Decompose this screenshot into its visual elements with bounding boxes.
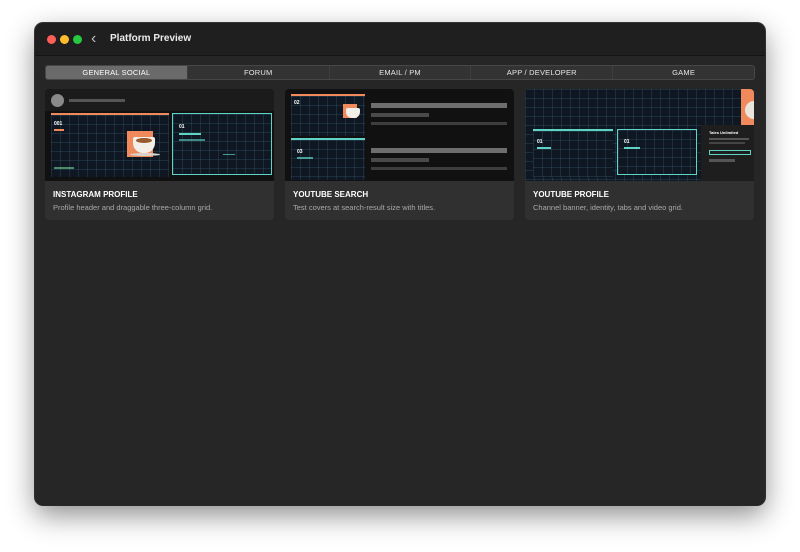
close-window-button[interactable] (47, 35, 56, 44)
result-title-1 (371, 103, 507, 108)
card-title: INSTAGRAM PROFILE (53, 190, 138, 199)
saucer (130, 153, 160, 156)
channel-info-panel: Tales Unlimited (701, 125, 754, 181)
tab-app-developer[interactable]: APP / DEVELOPER (471, 66, 614, 79)
tile-number: 02 (294, 100, 300, 106)
card-description: Channel banner, identity, tabs and video… (533, 203, 683, 212)
tile-caption (54, 167, 74, 169)
tile-teal-line (297, 157, 313, 159)
tile-accent (54, 129, 64, 131)
youtube-profile-card[interactable]: 01 01 Tales Unlimited YOUTUBE PROFILE Ch… (525, 89, 754, 220)
grid-tile-coffee: 001 (51, 113, 169, 177)
video-tile-1: 01 (533, 129, 613, 177)
youtube-search-thumbnail: 02 03 (285, 89, 514, 181)
tile-number: 01 (624, 139, 630, 145)
avatar (51, 94, 64, 107)
minimize-window-button[interactable] (60, 35, 69, 44)
result-title-2 (371, 148, 507, 153)
tab-email-pm[interactable]: EMAIL / PM (330, 66, 472, 79)
channel-bio-line (709, 138, 749, 140)
tile-teal-line (179, 133, 201, 135)
grid-tile-text: 01 (172, 113, 272, 175)
result-cover-1: 02 (291, 94, 365, 136)
crosshair (223, 154, 235, 155)
result-desc-1 (371, 122, 507, 125)
tab-game[interactable]: GAME (613, 66, 754, 79)
subscribe-bar (709, 150, 751, 155)
tile-number: 03 (297, 149, 303, 155)
tile-number: 01 (179, 124, 185, 130)
youtube-profile-thumbnail: 01 01 Tales Unlimited (525, 89, 754, 181)
tile-teal-line (179, 139, 205, 141)
card-title: YOUTUBE SEARCH (293, 190, 369, 199)
username-placeholder (69, 99, 125, 102)
tile-teal-line (537, 147, 551, 149)
coffee-cup-icon (346, 108, 360, 118)
result-meta-2 (371, 158, 429, 162)
channel-name: Tales Unlimited (709, 130, 739, 135)
card-title: YOUTUBE PROFILE (533, 190, 610, 199)
youtube-search-card[interactable]: 02 03 YOUTUBE SEARCH Test covers at sear… (285, 89, 514, 220)
instagram-profile-thumbnail: 001 01 (45, 89, 274, 181)
window-title: Platform Preview (110, 33, 192, 44)
result-meta-1 (371, 113, 429, 117)
tile-number: 001 (54, 121, 63, 127)
tab-general-social[interactable]: GENERAL SOCIAL (46, 66, 188, 79)
title-bar: ‹ Platform Preview (35, 23, 765, 56)
channel-bio-line (709, 142, 745, 144)
platform-category-tabs: GENERAL SOCIAL FORUM EMAIL / PM APP / DE… (45, 65, 755, 80)
instagram-profile-card[interactable]: 001 01 INSTAGRAM PROFILE Profile header … (45, 89, 274, 220)
tile-number: 01 (537, 139, 543, 145)
app-window: ‹ Platform Preview GENERAL SOCIAL FORUM … (35, 23, 765, 505)
tab-row (709, 159, 735, 162)
card-description: Test covers at search-result size with t… (293, 203, 436, 212)
card-description: Profile header and draggable three-colum… (53, 203, 213, 212)
tile-teal-line (624, 147, 640, 149)
result-cover-2: 03 (291, 138, 365, 180)
result-desc-2 (371, 167, 507, 170)
tab-forum[interactable]: FORUM (188, 66, 330, 79)
coffee-surface (136, 138, 152, 143)
back-chevron-icon[interactable]: ‹ (91, 31, 105, 47)
zoom-window-button[interactable] (73, 35, 82, 44)
video-tile-2: 01 (617, 129, 697, 175)
